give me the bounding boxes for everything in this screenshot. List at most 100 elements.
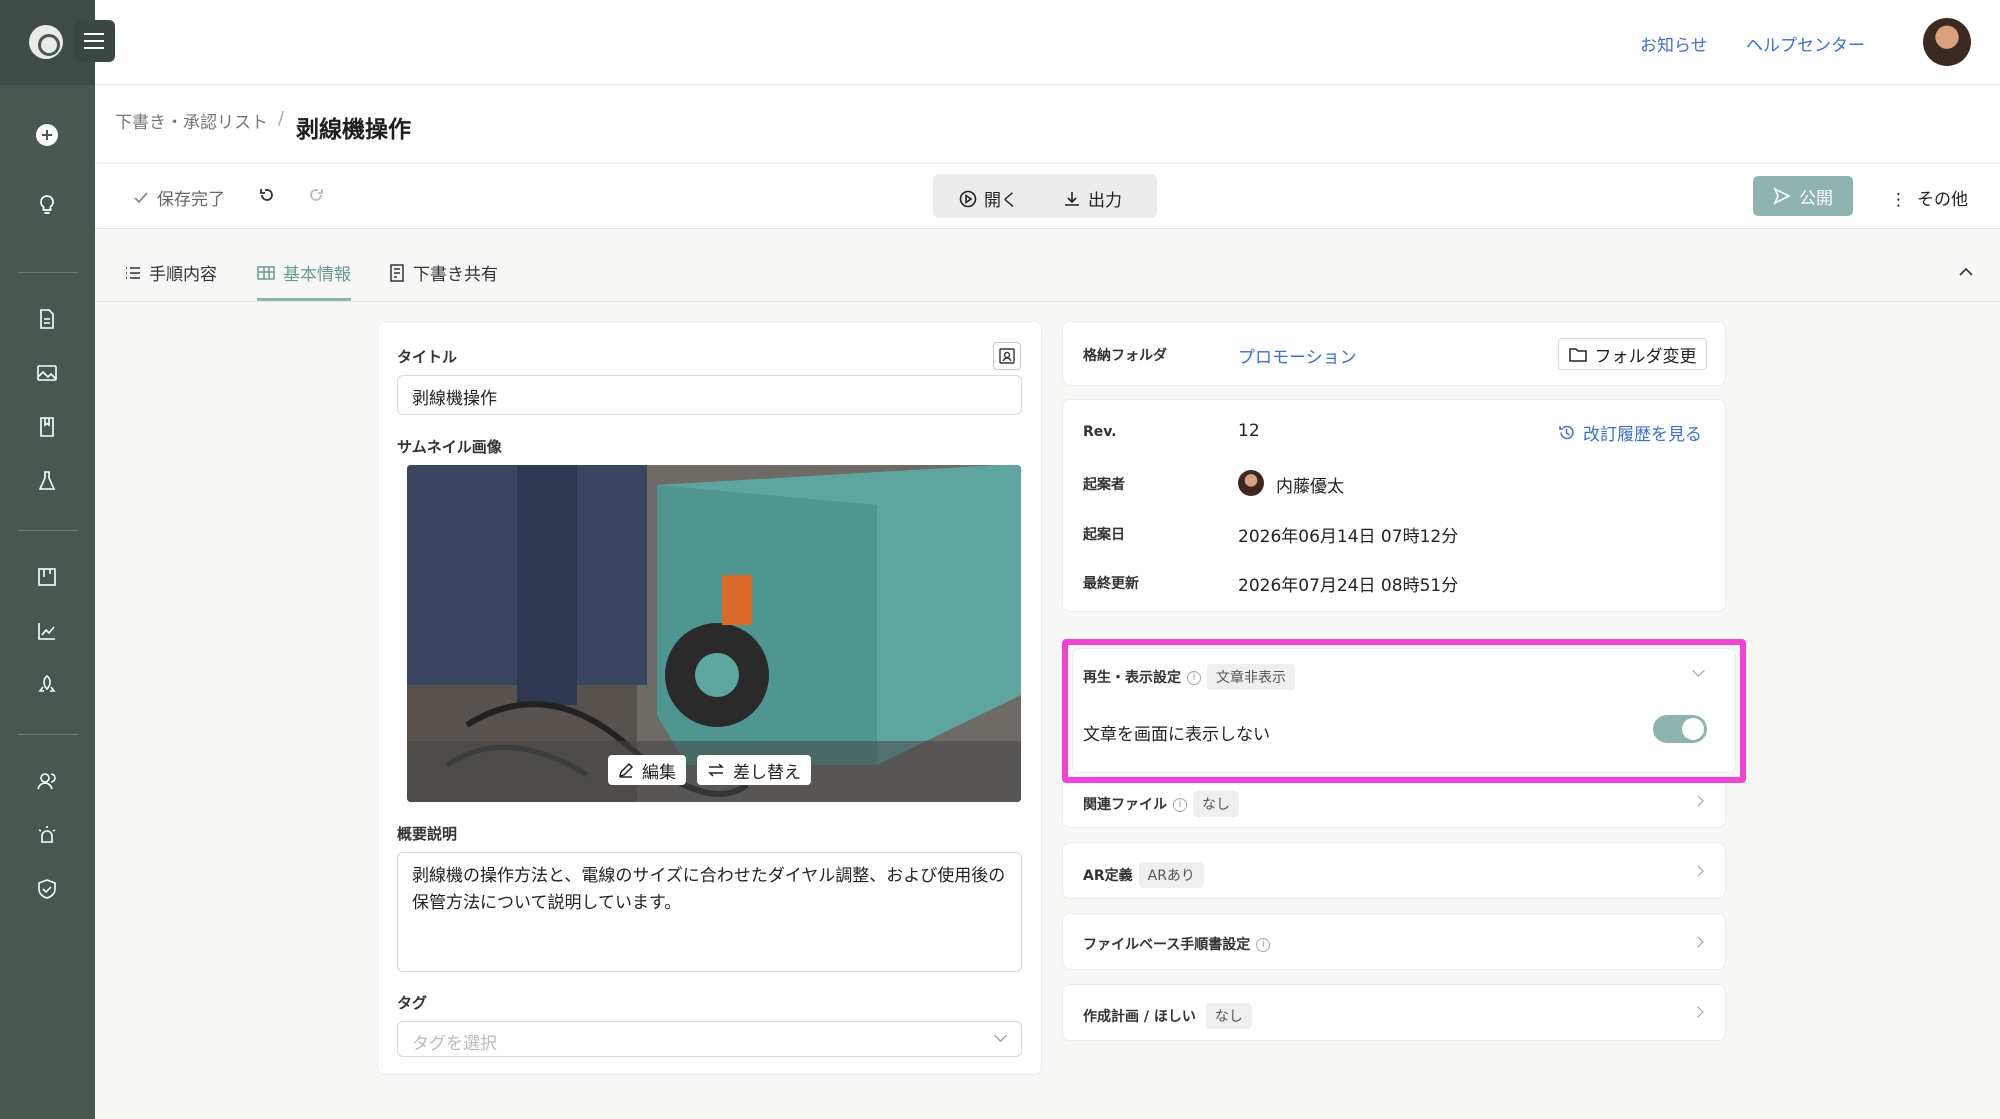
info-icon: i <box>1173 798 1187 812</box>
sidebar-divider <box>18 272 78 273</box>
edit-label: 編集 <box>642 762 676 783</box>
folder-label: 格納フォルダ <box>1083 348 1167 364</box>
help-center-link[interactable]: ヘルプセンター <box>1746 31 1865 56</box>
active-tab-indicator <box>257 298 351 301</box>
description-label: 概要説明 <box>397 825 458 843</box>
redo-icon[interactable] <box>307 186 325 204</box>
toolbar: 保存完了 開く 出力 公開 ⋮ その他 <box>95 164 2000 229</box>
top-header <box>95 0 2000 85</box>
sidebar <box>0 0 95 1119</box>
related-files-chip: なし <box>1193 791 1239 817</box>
undo-icon[interactable] <box>258 186 276 204</box>
created-value: 2026年06月14日 07時12分 <box>1238 527 1459 547</box>
author-label: 起案者 <box>1083 477 1125 493</box>
creation-plan-label: 作成計画 / ほしい <box>1083 1009 1196 1025</box>
revision-history-label: 改訂履歴を見る <box>1583 425 1702 445</box>
info-icon: i <box>1256 938 1271 952</box>
rev-label: Rev. <box>1083 424 1117 440</box>
flask-icon[interactable] <box>34 468 60 494</box>
page-title: 剥線機操作 <box>296 117 411 143</box>
author-value: 内藤優太 <box>1276 477 1344 497</box>
add-icon[interactable] <box>34 122 60 148</box>
tag-placeholder: タグを選択 <box>412 1034 497 1054</box>
user-avatar[interactable] <box>1923 18 1971 66</box>
rev-value: 12 <box>1238 421 1260 441</box>
title-preview-icon[interactable] <box>993 342 1021 370</box>
thumbnail-action-bar: 編集 差し替え <box>407 741 1021 802</box>
other-label: その他 <box>1917 190 1968 210</box>
replace-thumbnail-button[interactable]: 差し替え <box>697 755 811 785</box>
breadcrumb-parent-link[interactable]: 下書き・承認リスト <box>115 108 268 133</box>
shield-icon[interactable] <box>34 876 60 902</box>
updated-value: 2026年07月24日 08時51分 <box>1238 576 1459 596</box>
rocket-icon[interactable] <box>34 672 60 698</box>
tab-basic-info-label: 基本情報 <box>283 265 351 285</box>
ar-definition-label: AR定義 <box>1083 868 1133 884</box>
tag-label: タグ <box>397 994 428 1012</box>
pencil-icon <box>618 762 634 778</box>
tab-steps-label: 手順内容 <box>149 265 217 285</box>
send-icon <box>1773 187 1791 205</box>
tag-select[interactable]: タグを選択 <box>397 1021 1022 1057</box>
history-icon <box>1559 425 1574 440</box>
news-link[interactable]: お知らせ <box>1640 31 1708 56</box>
related-files-header: 関連ファイル i なし <box>1083 791 1239 817</box>
other-menu-button[interactable]: ⋮ その他 <box>1890 185 1968 210</box>
swap-icon <box>708 763 724 777</box>
play-icon <box>959 190 977 207</box>
export-label: 出力 <box>1088 191 1122 211</box>
open-button[interactable]: 開く <box>959 186 1018 211</box>
tab-basic-info[interactable]: 基本情報 <box>257 260 351 285</box>
book-icon[interactable] <box>34 414 60 440</box>
title-label: タイトル <box>397 348 458 366</box>
users-icon[interactable] <box>34 768 60 794</box>
open-label: 開く <box>984 191 1018 211</box>
creation-plan-header: 作成計画 / ほしい なし <box>1083 1003 1252 1029</box>
sidebar-divider <box>18 734 78 735</box>
alarm-icon[interactable] <box>34 822 60 848</box>
tab-draft-share[interactable]: 下書き共有 <box>389 260 498 285</box>
related-files-label: 関連ファイル <box>1083 797 1167 813</box>
edit-thumbnail-button[interactable]: 編集 <box>608 755 686 785</box>
created-label: 起案日 <box>1083 527 1125 543</box>
thumbnail-image: 編集 差し替え <box>407 465 1021 802</box>
ar-definition-chip: ARあり <box>1138 862 1204 888</box>
chart-icon[interactable] <box>34 618 60 644</box>
publish-label: 公開 <box>1799 188 1833 209</box>
collapse-icon[interactable] <box>1958 262 1974 281</box>
export-button[interactable]: 出力 <box>1063 186 1122 211</box>
list-icon <box>126 266 140 279</box>
lightbulb-icon[interactable] <box>34 192 60 218</box>
title-input[interactable]: 剥線機操作 <box>397 375 1022 415</box>
file-based-setting-header: ファイルベース手順書設定 i <box>1083 934 1276 954</box>
menu-toggle-button[interactable] <box>73 20 115 62</box>
image-icon[interactable] <box>34 360 60 386</box>
publish-button[interactable]: 公開 <box>1753 176 1853 216</box>
document-icon[interactable] <box>34 306 60 332</box>
download-icon <box>1065 191 1079 206</box>
more-vertical-icon: ⋮ <box>1890 190 1907 210</box>
file-based-setting-label: ファイルベース手順書設定 <box>1083 937 1251 953</box>
ar-definition-header: AR定義 ARあり <box>1083 862 1204 888</box>
folder-link[interactable]: プロモーション <box>1238 343 1357 368</box>
creation-plan-chip: なし <box>1205 1003 1252 1029</box>
breadcrumb-bar: 下書き・承認リスト / 剥線機操作 <box>95 86 2000 163</box>
tab-steps[interactable]: 手順内容 <box>125 260 217 285</box>
breadcrumb-separator: / <box>278 108 285 129</box>
app-logo[interactable] <box>29 25 63 59</box>
highlight-box <box>1062 639 1746 783</box>
sidebar-divider <box>18 530 78 531</box>
updated-label: 最終更新 <box>1083 576 1139 592</box>
table-icon <box>257 265 275 280</box>
description-textarea[interactable]: 剥線機の操作方法と、電線のサイズに合わせたダイヤル調整、および使用後の保管方法に… <box>397 852 1022 972</box>
tab-bar: 手順内容 基本情報 下書き共有 <box>95 230 2000 302</box>
change-folder-button[interactable]: フォルダ変更 <box>1558 338 1707 370</box>
check-icon <box>134 191 148 203</box>
save-status: 保存完了 <box>133 185 225 210</box>
share-doc-icon <box>390 263 404 282</box>
change-folder-label: フォルダ変更 <box>1594 346 1697 367</box>
thumbnail-label: サムネイル画像 <box>397 438 502 456</box>
board-icon[interactable] <box>34 564 60 590</box>
replace-label: 差し替え <box>733 762 801 783</box>
revision-history-link[interactable]: 改訂履歴を見る <box>1558 420 1702 445</box>
